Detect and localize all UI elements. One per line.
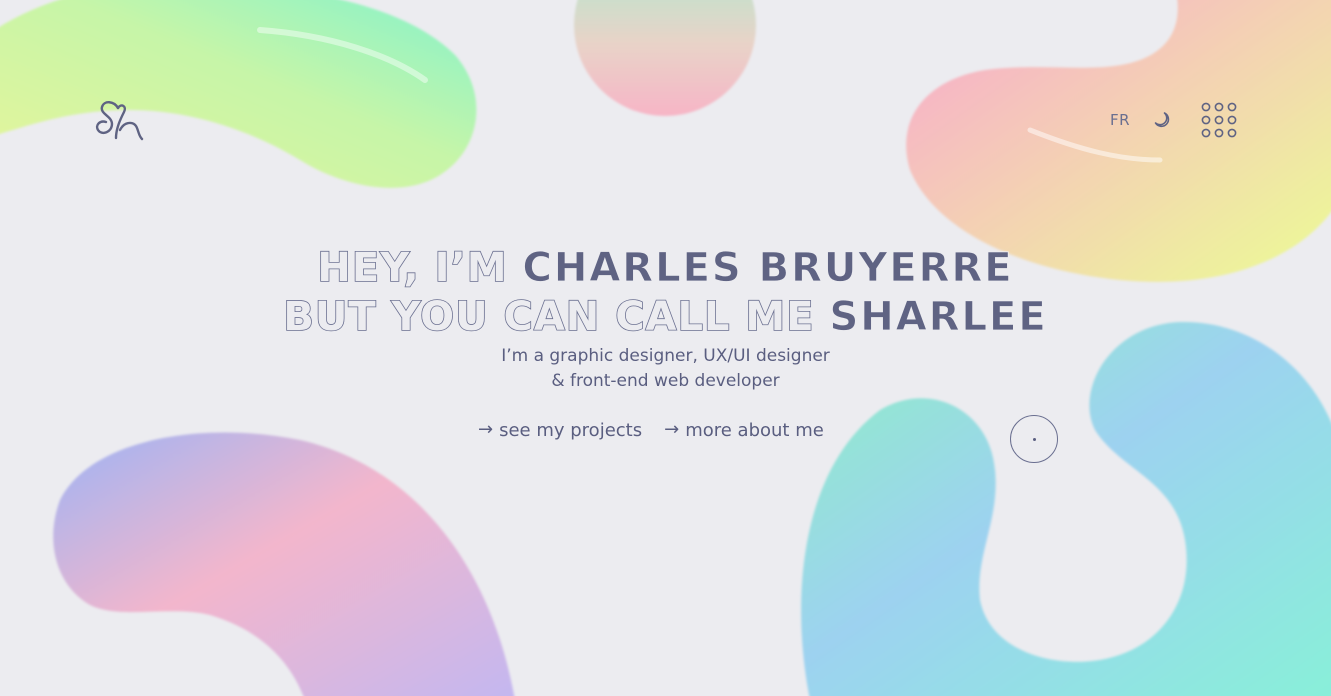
hero-subtitle: I’m a graphic designer, UX/UI designer &… — [0, 344, 1331, 394]
cursor-ring — [1010, 415, 1058, 463]
blob-top-right — [906, 0, 1331, 282]
headline-line-2: BUT YOU CAN CALL ME SHARLEE — [0, 293, 1331, 342]
see-projects-link[interactable]: → see my projects — [478, 416, 642, 444]
hero-stage: FR HEY, I’M CHARLES BRUYERRE BUT YOU CAN… — [0, 0, 1331, 696]
language-toggle-button[interactable]: FR — [1110, 111, 1130, 129]
see-projects-label: see my projects — [499, 419, 643, 441]
moon-icon[interactable] — [1152, 110, 1172, 130]
cta-row: → see my projects → more about me — [478, 416, 824, 444]
blob-top-left — [0, 0, 477, 188]
headline-nickname: SHARLEE — [829, 294, 1048, 341]
about-me-label: more about me — [685, 419, 824, 441]
sh-monogram-icon[interactable] — [94, 98, 146, 142]
cursor-dot — [1032, 437, 1036, 441]
headline-call-me: BUT YOU CAN CALL ME — [283, 293, 815, 341]
hero-headline: HEY, I’M CHARLES BRUYERRE BUT YOU CAN CA… — [0, 244, 1331, 342]
arrow-right-icon: → — [664, 419, 680, 440]
grid-menu-icon[interactable] — [1201, 102, 1237, 138]
blob-top-ball — [574, 0, 756, 116]
subtitle-line-2: & front-end web developer — [551, 371, 780, 391]
headline-intro: HEY, I’M — [317, 244, 508, 292]
arrow-right-icon: → — [478, 419, 494, 440]
subtitle-line-1: I’m a graphic designer, UX/UI designer — [501, 346, 830, 366]
blob-bottom-left — [53, 432, 515, 696]
headline-full-name: CHARLES BRUYERRE — [522, 245, 1014, 292]
about-me-link[interactable]: → more about me — [664, 416, 824, 444]
headline-line-1: HEY, I’M CHARLES BRUYERRE — [0, 244, 1331, 293]
